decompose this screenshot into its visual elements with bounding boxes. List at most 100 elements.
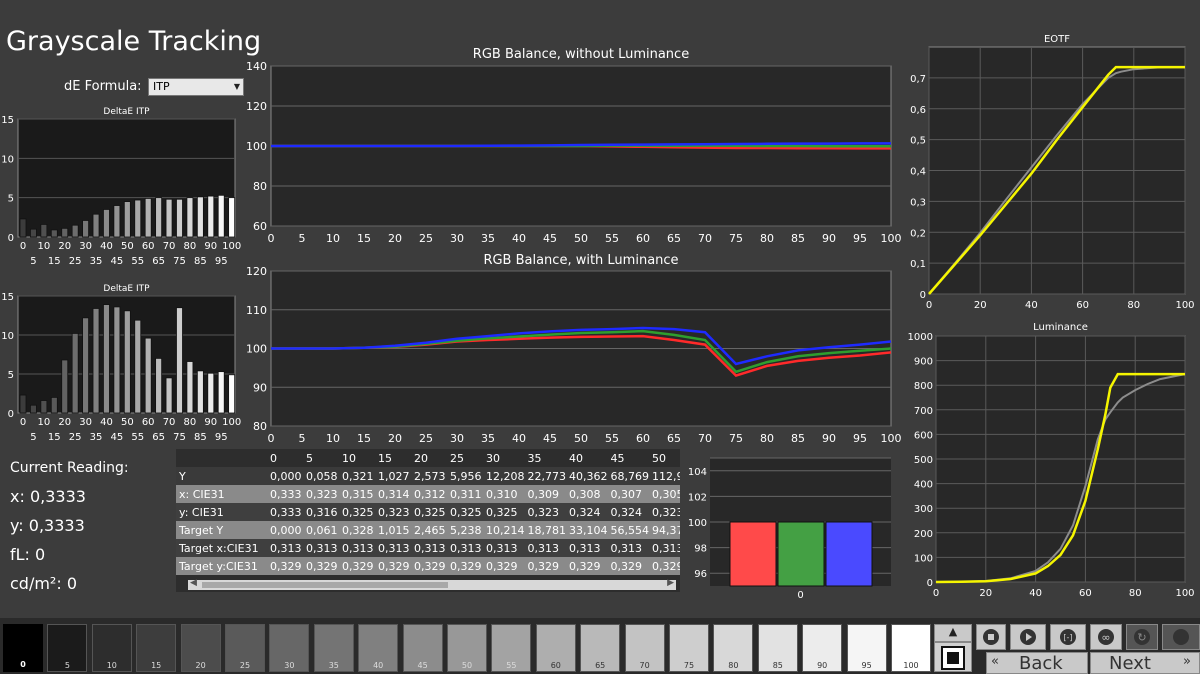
bar-70	[165, 198, 173, 238]
table-horizontal-scrollbar[interactable]: ◀ ▶	[188, 578, 676, 590]
y-tick-label: 15	[1, 292, 14, 303]
x-tick-label: 50	[574, 232, 588, 245]
table-cell: 0,313	[483, 539, 525, 557]
patch-label: 75	[683, 661, 695, 670]
y-tick-label: 800	[914, 381, 933, 392]
current-reading-cd: cd/m²: 0	[10, 574, 77, 593]
double-chevron-left-icon: «	[991, 654, 999, 669]
patch-label: 40	[373, 661, 384, 670]
next-button[interactable]: Next »	[1090, 652, 1200, 674]
table-cell: 0,325	[483, 503, 525, 521]
x-tick-label: 0	[797, 590, 803, 601]
row-label: Target Y	[176, 521, 267, 539]
bar-30	[82, 317, 89, 414]
stop-measure-button[interactable]	[934, 642, 972, 672]
x-tick-label: 85	[791, 432, 805, 445]
patch-35[interactable]: 35	[313, 624, 354, 672]
table-cell: 0,307	[607, 485, 649, 503]
y-tick-label: 104	[688, 467, 707, 478]
x-tick-label: 40	[100, 241, 113, 252]
x-tick-label: 75	[729, 232, 743, 245]
x-tick-label: 80	[184, 241, 197, 252]
x-tick-label: 80	[760, 432, 774, 445]
patch-85[interactable]: 85	[757, 624, 798, 672]
patch-100[interactable]: 100	[891, 624, 931, 672]
back-button[interactable]: « Back	[986, 652, 1088, 674]
patch-25[interactable]: 25	[225, 624, 265, 672]
table-cell: 0,325	[339, 503, 375, 521]
bar-80	[186, 197, 194, 238]
scrollbar-thumb[interactable]	[202, 582, 448, 588]
patch-65[interactable]: 65	[580, 624, 621, 672]
x-tick-label: 35	[481, 232, 495, 245]
table-cell: 56,554	[607, 521, 649, 539]
x-tick-label: 60	[636, 432, 650, 445]
x-tick-label: 60	[142, 241, 155, 252]
back-button-label: Back	[1019, 653, 1063, 674]
patch-10[interactable]: 10	[91, 624, 132, 672]
x-tick-label: 15	[48, 256, 61, 267]
bar-blue	[825, 521, 873, 587]
patch-20[interactable]: 20	[180, 624, 221, 672]
patch-5[interactable]: 5	[47, 624, 88, 672]
x-tick-label: 100	[222, 417, 241, 428]
table-cell: 0,311	[447, 485, 483, 503]
table-cell: 0,313	[267, 539, 303, 557]
patch-30[interactable]: 30	[269, 624, 310, 672]
y-tick-label: 10	[1, 331, 14, 342]
patch-95[interactable]: 95	[846, 624, 887, 672]
patch-15[interactable]: 15	[136, 624, 177, 672]
patch-90[interactable]: 90	[802, 624, 843, 672]
column-header: 20	[414, 451, 428, 465]
record-button[interactable]	[1162, 624, 1200, 650]
next-button-label: Next	[1109, 653, 1151, 674]
table-cell: 0,323	[524, 503, 566, 521]
x-tick-label: 5	[30, 256, 36, 267]
y-tick-label: 102	[688, 492, 707, 503]
patch-80[interactable]: 80	[713, 624, 754, 672]
x-tick-label: 70	[698, 232, 712, 245]
continuous-button[interactable]: ∞	[1090, 624, 1122, 650]
patch-up-button[interactable]: ▲	[934, 624, 972, 642]
table-cell: 0,329	[649, 557, 680, 575]
stop-button[interactable]	[976, 624, 1006, 650]
scroll-right-icon[interactable]: ▶	[667, 578, 674, 588]
bar-25	[71, 333, 79, 414]
column-header: 50	[652, 451, 666, 465]
scroll-left-icon[interactable]: ◀	[190, 578, 197, 588]
play-button[interactable]	[1010, 624, 1046, 650]
loop-section-button[interactable]: [-]	[1050, 624, 1086, 650]
patch-label: 80	[728, 661, 739, 670]
svg-text:↻: ↻	[1137, 631, 1146, 644]
patch-45[interactable]: 45	[402, 624, 443, 672]
x-tick-label: 90	[822, 432, 836, 445]
column-header: 45	[610, 451, 625, 465]
table-cell: 0,329	[524, 557, 566, 575]
x-tick-label: 60	[142, 417, 155, 428]
patch-55[interactable]: 55	[491, 624, 532, 672]
table-cell: 0,313	[524, 539, 566, 557]
patch-40[interactable]: 40	[358, 624, 399, 672]
patch-0[interactable]: 0	[3, 624, 43, 672]
row-label: Y	[176, 467, 267, 485]
patch-75[interactable]: 75	[669, 624, 709, 672]
patch-50[interactable]: 50	[447, 624, 487, 672]
x-tick-label: 95	[215, 256, 228, 267]
bar-45	[113, 306, 121, 414]
record-icon	[1173, 629, 1189, 645]
y-tick-label: 0	[8, 409, 14, 420]
x-tick-label: 20	[388, 432, 402, 445]
table-cell: 0,323	[375, 503, 411, 521]
x-tick-label: 30	[79, 417, 92, 428]
patch-70[interactable]: 70	[624, 624, 665, 672]
refresh-button[interactable]: ↻	[1126, 624, 1158, 650]
play-icon	[1020, 629, 1036, 645]
x-tick-label: 20	[388, 232, 402, 245]
y-tick-label: 300	[914, 504, 933, 515]
x-tick-label: 0	[268, 232, 275, 245]
bar-95	[217, 194, 225, 238]
x-tick-label: 15	[48, 432, 61, 443]
patch-60[interactable]: 60	[535, 624, 576, 672]
readings-table[interactable]: 0 5 10 15 20 25 30 35 40 45 50 Y 0,000 0,058 0,321 1,02…	[176, 449, 680, 592]
patch-label: 65	[595, 661, 606, 670]
